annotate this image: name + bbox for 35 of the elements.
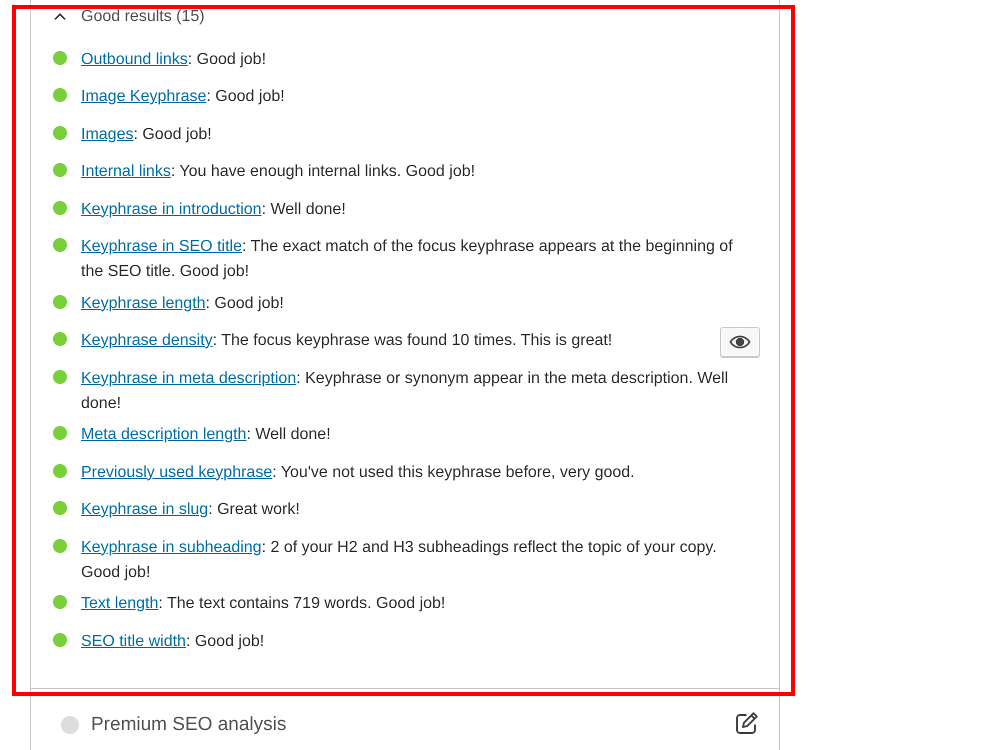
result-link[interactable]: Text length	[81, 595, 158, 612]
result-link[interactable]: Image Keyphrase	[81, 88, 206, 105]
result-text: Keyphrase density: The focus keyphrase was found 10 times. This is great!	[81, 331, 614, 351]
result-link[interactable]: Keyphrase length	[81, 294, 206, 312]
result-text: Keyphrase in SEO title: The exact match of the focus keyphrase appears at the beginning of the SEO title. Good job!	[81, 237, 734, 282]
result-link[interactable]: Keyphrase in SEO title	[81, 238, 242, 255]
premium-seo-analysis-toggle[interactable]: Premium SEO analysis	[31, 689, 779, 739]
result-link[interactable]: Outbound links	[81, 50, 188, 68]
result-text: Meta description length: Well done!	[81, 425, 332, 445]
result-link[interactable]: Previously used keyphrase	[81, 464, 272, 480]
result-text: Image Keyphrase: Good job!	[81, 87, 286, 107]
result-link[interactable]: Keyphrase in introduction	[81, 200, 262, 218]
result-text: Images: Good job!	[81, 124, 213, 144]
edit-icon	[735, 711, 759, 735]
result-text: Internal links: You have enough internal links. Good job!	[81, 162, 476, 182]
result-link[interactable]: Internal links	[81, 163, 171, 180]
result-link[interactable]: Keyphrase in subheading	[81, 538, 262, 556]
result-text: Keyphrase length: Good job!	[81, 294, 285, 314]
eye-icon	[729, 335, 751, 349]
result-text: Previously used keyphrase: You've not used this keyphrase before, very good.	[81, 462, 636, 482]
result-link[interactable]: Keyphrase in slug	[81, 501, 208, 518]
result-text: Outbound links: Good job!	[81, 50, 268, 70]
result-link[interactable]: Keyphrase in meta description	[81, 370, 296, 386]
result-link[interactable]: SEO title width	[81, 632, 186, 650]
result-text: Text length: The text contains 719 words. Good job!	[81, 594, 446, 614]
result-text: Keyphrase in meta description: Keyphrase or synonym appear in the meta description. Well done!	[81, 368, 730, 414]
result-text: SEO title width: Good job!	[81, 632, 266, 652]
result-text: Keyphrase in introduction: Well done!	[81, 200, 347, 220]
highlight-marker-button[interactable]	[720, 327, 760, 357]
result-link[interactable]: Keyphrase density	[81, 332, 213, 349]
result-text: Keyphrase in slug: Great work!	[81, 500, 301, 520]
result-link[interactable]: Meta description length	[81, 426, 246, 443]
result-link[interactable]: Images	[81, 126, 134, 142]
result-text: Keyphrase in subheading: 2 of your H2 and H3 subheadings reflect the topic of your copy. Good job!	[81, 538, 718, 582]
good-results-toggle[interactable]: Good results (15)	[31, 0, 205, 29]
